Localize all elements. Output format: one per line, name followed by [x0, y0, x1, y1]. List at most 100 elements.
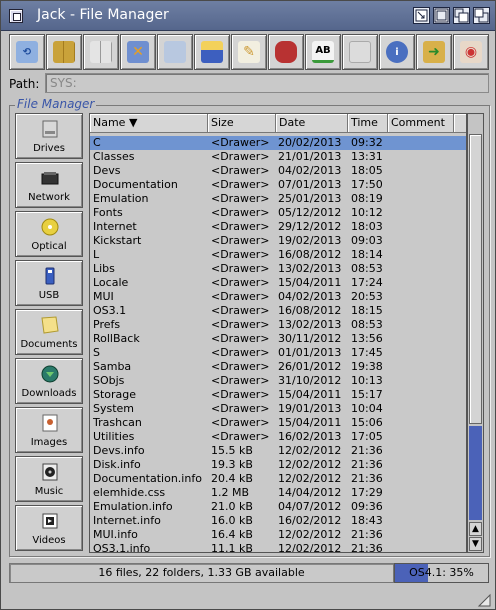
file-row[interactable]: Internet.info 16.0 kB 16/02/2012 18:43	[90, 514, 466, 528]
file-row[interactable]: Emulation <Drawer> 25/01/2013 08:19	[90, 192, 466, 206]
sidebar-item-network[interactable]: Network	[15, 162, 83, 208]
videos-icon	[42, 513, 58, 529]
disk-button[interactable]	[194, 34, 230, 70]
resize-handle-icon[interactable]	[477, 593, 491, 607]
file-row[interactable]: System <Drawer> 19/01/2013 10:04	[90, 402, 466, 416]
file-time: 15:17	[351, 388, 383, 401]
sidebar-item-drives[interactable]: Drives	[15, 113, 83, 159]
file-row[interactable]: Samba <Drawer> 26/01/2012 19:38	[90, 360, 466, 374]
scrollbar-track[interactable]	[469, 426, 482, 520]
file-manager-window: Jack - File Manager ⟲ ✕ ✎ AB i ➜ ◉ Path:…	[0, 0, 496, 610]
file-row[interactable]: Documentation <Drawer> 07/01/2013 17:50	[90, 178, 466, 192]
file-date: 14/04/2012	[278, 486, 342, 499]
file-row[interactable]: Classes <Drawer> 21/01/2013 13:31	[90, 150, 466, 164]
scrollbar-thumb[interactable]	[469, 134, 482, 424]
file-date: 16/02/2012	[278, 514, 342, 527]
sidebar-item-music[interactable]: Music	[15, 456, 83, 502]
edit-button[interactable]: ✎	[231, 34, 267, 70]
file-name: L	[93, 248, 100, 261]
file-size: <Drawer>	[211, 206, 270, 219]
depth-gadget-icon[interactable]	[453, 7, 470, 24]
sidebar-item-label: Network	[28, 192, 70, 203]
column-header-spacer	[454, 114, 466, 133]
sidebar-item-usb[interactable]: USB	[15, 260, 83, 306]
file-row[interactable]: Devs.info 15.5 kB 12/02/2012 21:36	[90, 444, 466, 458]
title-bar[interactable]: Jack - File Manager	[1, 1, 495, 31]
file-size: 16.0 kB	[211, 514, 253, 527]
refresh-icon: ⟲	[16, 41, 38, 63]
file-list[interactable]: Name ▼ Size Date Time Comment C <Drawer> 2…	[89, 113, 467, 553]
close-gadget-icon[interactable]	[9, 9, 23, 23]
file-row[interactable]: OS3.1.info 11.1 kB 12/02/2012 21:36	[90, 542, 466, 553]
toolbar: ⟲ ✕ ✎ AB i ➜ ◉	[9, 34, 489, 70]
file-name: OS3.1.info	[93, 542, 151, 553]
sidebar-item-documents[interactable]: Documents	[15, 309, 83, 355]
delete-button[interactable]	[268, 34, 304, 70]
file-time: 17:29	[351, 486, 383, 499]
gauge-label: OS4.1: 35%	[409, 566, 474, 579]
column-header-size[interactable]: Size	[208, 114, 276, 133]
view-button[interactable]: ◉	[453, 34, 489, 70]
sidebar-item-label: Videos	[32, 535, 66, 546]
file-row[interactable]: Kickstart <Drawer> 19/02/2013 09:03	[90, 234, 466, 248]
file-size: <Drawer>	[211, 276, 270, 289]
path-field[interactable]: SYS:	[45, 73, 489, 93]
file-size: <Drawer>	[211, 192, 270, 205]
file-size: <Drawer>	[211, 388, 270, 401]
file-row[interactable]: Trashcan <Drawer> 15/04/2011 15:06	[90, 416, 466, 430]
rename-button[interactable]: AB	[305, 34, 341, 70]
network-button[interactable]: ✕	[120, 34, 156, 70]
copy-button[interactable]	[157, 34, 193, 70]
vertical-scrollbar[interactable]: ▲ ▼	[467, 113, 484, 553]
file-row[interactable]: MUI <Drawer> 04/02/2013 20:53	[90, 290, 466, 304]
scroll-down-arrow-icon[interactable]: ▼	[469, 537, 482, 551]
file-row[interactable]: S <Drawer> 01/01/2013 17:45	[90, 346, 466, 360]
file-row[interactable]: Disk.info 19.3 kB 12/02/2012 21:36	[90, 458, 466, 472]
grid-view-button[interactable]	[46, 34, 82, 70]
column-header-time[interactable]: Time	[348, 114, 388, 133]
file-row[interactable]: SObjs <Drawer> 31/10/2012 10:13	[90, 374, 466, 388]
file-name: System	[93, 402, 135, 415]
file-row[interactable]: Documentation.info 20.4 kB 12/02/2012 21:36	[90, 472, 466, 486]
file-row[interactable]: OS3.1 <Drawer> 16/08/2012 18:15	[90, 304, 466, 318]
file-time: 17:50	[351, 178, 383, 191]
file-size: <Drawer>	[211, 220, 270, 233]
sidebar-item-videos[interactable]: Videos	[15, 505, 83, 551]
file-row[interactable]: Libs <Drawer> 13/02/2013 08:53	[90, 262, 466, 276]
file-row[interactable]: Fonts <Drawer> 05/12/2012 10:12	[90, 206, 466, 220]
file-row[interactable]: C <Drawer> 20/02/2013 09:32	[90, 136, 466, 150]
column-header-date[interactable]: Date	[276, 114, 348, 133]
file-row[interactable]: Utilities <Drawer> 16/02/2013 17:05	[90, 430, 466, 444]
grid-gray-button[interactable]	[83, 34, 119, 70]
scroll-up-arrow-icon[interactable]: ▲	[469, 522, 482, 536]
blank-button[interactable]	[342, 34, 378, 70]
file-row[interactable]: MUI.info 16.4 kB 12/02/2012 21:36	[90, 528, 466, 542]
file-row[interactable]: elemhide.css 1.2 MB 14/04/2012 17:29	[90, 486, 466, 500]
file-date: 12/02/2012	[278, 444, 342, 457]
file-date: 16/02/2013	[278, 430, 342, 443]
file-time: 18:03	[351, 220, 383, 233]
status-bar: 16 files, 22 folders, 1.33 GB available	[9, 563, 394, 583]
file-row[interactable]: Storage <Drawer> 15/04/2011 15:17	[90, 388, 466, 402]
info-button[interactable]: i	[379, 34, 415, 70]
column-header-comment[interactable]: Comment	[388, 114, 454, 133]
back-gadget-icon[interactable]	[473, 7, 490, 24]
file-row[interactable]: Locale <Drawer> 15/04/2011 17:24	[90, 276, 466, 290]
column-header-name[interactable]: Name ▼	[90, 114, 208, 133]
zoom-gadget-icon[interactable]	[433, 7, 450, 24]
file-size: <Drawer>	[211, 346, 270, 359]
sidebar-item-images[interactable]: Images	[15, 407, 83, 453]
file-row[interactable]: Internet <Drawer> 29/12/2012 18:03	[90, 220, 466, 234]
iconify-gadget-icon[interactable]	[413, 7, 430, 24]
sidebar-item-optical[interactable]: Optical	[15, 211, 83, 257]
execute-button[interactable]: ➜	[416, 34, 452, 70]
file-row[interactable]: Emulation.info 21.0 kB 04/07/2012 09:36	[90, 500, 466, 514]
refresh-button[interactable]: ⟲	[9, 34, 45, 70]
file-row[interactable]: Devs <Drawer> 04/02/2013 18:05	[90, 164, 466, 178]
file-row[interactable]: Prefs <Drawer> 13/02/2013 08:53	[90, 318, 466, 332]
file-row[interactable]: L <Drawer> 16/08/2012 18:14	[90, 248, 466, 262]
sidebar-item-downloads[interactable]: Downloads	[15, 358, 83, 404]
copy-icon	[164, 41, 186, 63]
file-time: 17:05	[351, 430, 383, 443]
file-row[interactable]: RollBack <Drawer> 30/11/2012 13:56	[90, 332, 466, 346]
